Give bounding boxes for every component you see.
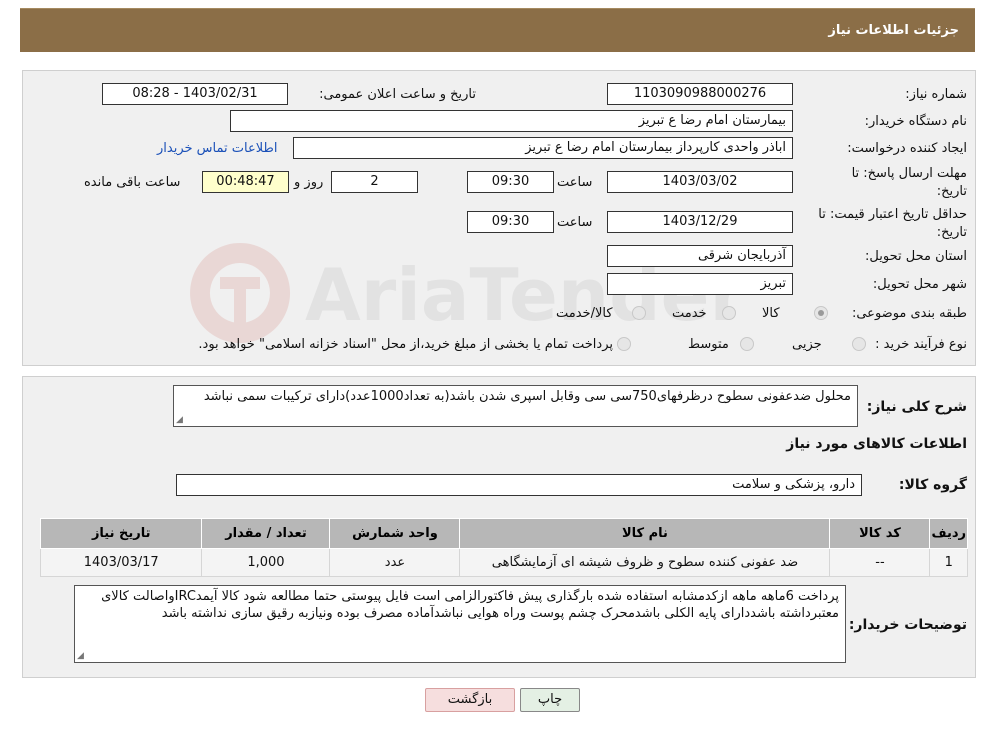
cell-row: 1 <box>929 548 968 577</box>
province-field: آذربایجان شرقی <box>607 245 793 267</box>
back-button[interactable]: بازگشت <box>425 688 515 712</box>
days-label: روز و <box>294 175 324 190</box>
buyer-contact-link[interactable]: اطلاعات تماس خریدار <box>157 140 277 158</box>
process-option-medium: متوسط <box>688 337 729 352</box>
requester-label: ایجاد کننده درخواست: <box>847 141 967 156</box>
remaining-time-label: ساعت باقی مانده <box>84 175 181 190</box>
deadline-time-field: 09:30 <box>467 171 554 193</box>
page-header: جزئیات اطلاعات نیاز <box>20 8 975 52</box>
category-option-goods: کالا <box>762 306 780 321</box>
cell-unit: عدد <box>329 548 461 577</box>
resize-grip-icon[interactable]: ◢ <box>176 416 183 425</box>
days-remaining-field: 2 <box>331 171 418 193</box>
buyer-org-label: نام دستگاه خریدار: <box>864 114 967 129</box>
remaining-time-field: 00:48:47 <box>202 171 289 193</box>
col-unit: واحد شمارش <box>329 518 461 549</box>
announce-date-label: تاریخ و ساعت اعلان عمومی: <box>319 87 476 102</box>
province-label: استان محل تحویل: <box>865 249 967 264</box>
goods-table: ردیف کد کالا نام کالا واحد شمارش تعداد /… <box>39 518 968 577</box>
need-number-field: 1103090988000276 <box>607 83 793 105</box>
table-row: 1 -- ضد عفونی کننده سطوح و ظروف شیشه ای … <box>39 548 968 577</box>
city-field: تبریز <box>607 273 793 295</box>
col-need-date: تاریخ نیاز <box>39 518 203 549</box>
cell-code: -- <box>829 548 931 577</box>
goods-group-field: دارو، پزشکی و سلامت <box>176 474 862 496</box>
process-radio-medium[interactable] <box>740 337 754 351</box>
category-label: طبقه بندی موضوعی: <box>851 306 967 321</box>
process-option-minor: جزیی <box>792 337 822 352</box>
goods-group-label: گروه کالا: <box>898 477 967 493</box>
category-radio-service[interactable] <box>722 306 736 320</box>
summary-label: شرح کلی نیاز: <box>866 399 967 415</box>
cell-name: ضد عفونی کننده سطوح و ظروف شیشه ای آزمای… <box>459 548 831 577</box>
col-row: ردیف <box>929 518 968 549</box>
category-option-goods-service: کالا/خدمت <box>556 306 613 321</box>
price-validity-time-field: 09:30 <box>467 211 554 233</box>
payment-note-radio[interactable] <box>617 337 631 351</box>
cell-need-date: 1403/03/17 <box>39 548 203 577</box>
need-number-label: شماره نیاز: <box>905 87 967 102</box>
requester-field: اباذر واحدی کارپرداز بیمارستان امام رضا … <box>293 137 793 159</box>
price-validity-date-field: 1403/12/29 <box>607 211 793 233</box>
summary-text: محلول ضدعفونی سطوح درظرفهای750سی سی وقاب… <box>203 389 851 404</box>
announce-date-field: 1403/02/31 - 08:28 <box>102 83 288 105</box>
process-type-label: نوع فرآیند خرید : <box>875 337 967 352</box>
price-validity-label-date: تاریخ: <box>936 225 967 240</box>
buyer-notes-textarea: پرداخت 6ماهه ماهه ازکدمشابه استفاده شده … <box>74 585 846 663</box>
cell-quantity: 1,000 <box>201 548 331 577</box>
buyer-notes-label: توضیحات خریدار: <box>848 617 967 633</box>
process-radio-minor[interactable] <box>852 337 866 351</box>
resize-grip-icon[interactable]: ◢ <box>77 652 84 661</box>
goods-section-title: اطلاعات کالاهای مورد نیاز <box>786 436 967 452</box>
price-validity-time-label: ساعت <box>557 215 593 230</box>
category-radio-goods[interactable] <box>814 306 828 320</box>
deadline-time-label: ساعت <box>557 175 593 190</box>
col-code: کد کالا <box>829 518 931 549</box>
page-title: جزئیات اطلاعات نیاز <box>828 23 959 38</box>
col-quantity: تعداد / مقدار <box>201 518 331 549</box>
price-validity-label: حداقل تاریخ اعتبار قیمت: تا <box>818 207 967 222</box>
category-radio-goods-service[interactable] <box>632 306 646 320</box>
buyer-org-field: بیمارستان امام رضا ع تبریز <box>230 110 793 132</box>
col-name: نام کالا <box>459 518 831 549</box>
category-option-service: خدمت <box>672 306 707 321</box>
summary-textarea: محلول ضدعفونی سطوح درظرفهای750سی سی وقاب… <box>173 385 858 427</box>
print-button[interactable]: چاپ <box>520 688 580 712</box>
payment-note: پرداخت تمام یا بخشی از مبلغ خرید،از محل … <box>198 337 613 352</box>
city-label: شهر محل تحویل: <box>872 277 967 292</box>
deadline-date-field: 1403/03/02 <box>607 171 793 193</box>
buyer-notes-text: پرداخت 6ماهه ماهه ازکدمشابه استفاده شده … <box>101 589 839 621</box>
goods-table-header: ردیف کد کالا نام کالا واحد شمارش تعداد /… <box>39 518 968 549</box>
deadline-label: مهلت ارسال پاسخ: تا <box>851 166 967 181</box>
deadline-label-date: تاریخ: <box>936 184 967 199</box>
